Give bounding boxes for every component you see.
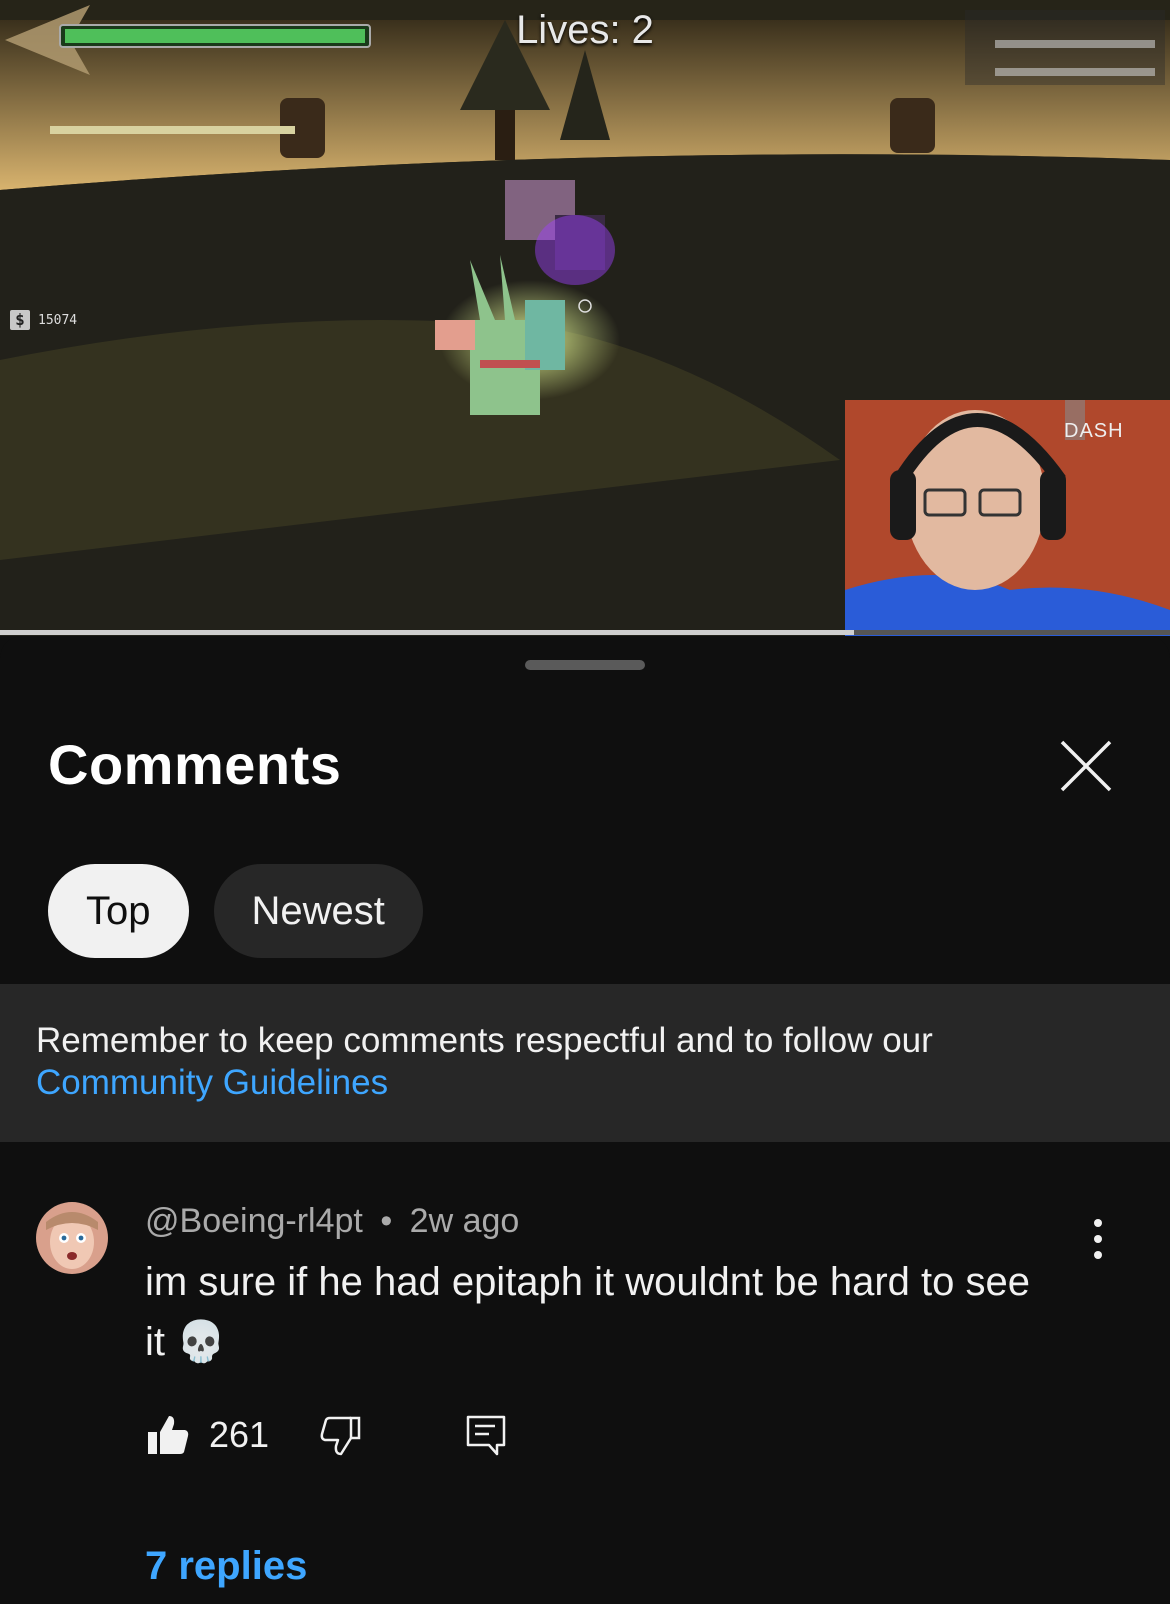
avatar[interactable]: [36, 1202, 108, 1274]
community-guidelines-link[interactable]: Community Guidelines: [36, 1062, 1134, 1104]
video-player[interactable]: Lives: 2 $ 15074 DASH: [0, 0, 1170, 636]
video-progress-fill: [0, 630, 855, 635]
more-vert-icon: [1094, 1219, 1102, 1259]
like-button[interactable]: [145, 1412, 191, 1458]
comment-actions: 261: [145, 1410, 509, 1460]
video-frame: [0, 0, 1170, 636]
comments-sheet: Comments Top Newest Remember to keep com…: [0, 636, 1170, 1604]
like-count: 261: [209, 1414, 270, 1455]
money-counter: $ 15074: [10, 310, 77, 330]
dislike-button[interactable]: [317, 1412, 363, 1458]
guidelines-notice: Remember to keep comments respectful and…: [0, 984, 1170, 1142]
comment-meta: @Boeing-rl4pt • 2w ago: [145, 1202, 519, 1241]
sort-chips: Top Newest: [48, 864, 423, 958]
money-icon: $: [10, 310, 30, 330]
comment-text: im sure if he had epitaph it wouldnt be …: [145, 1260, 1030, 1364]
money-value: 15074: [38, 312, 78, 328]
comment-time: 2w ago: [409, 1202, 520, 1240]
chip-newest[interactable]: Newest: [213, 864, 423, 958]
drag-handle[interactable]: [525, 660, 645, 670]
video-progress-bar[interactable]: [0, 630, 1170, 635]
comment-author[interactable]: @Boeing-rl4pt: [145, 1202, 363, 1240]
notice-text: Remember to keep comments respectful and…: [36, 1021, 933, 1060]
reply-button[interactable]: [463, 1412, 509, 1458]
close-button[interactable]: [1056, 736, 1116, 796]
chip-top[interactable]: Top: [48, 864, 189, 958]
comment-reply-icon: [466, 1415, 506, 1456]
dash-label: DASH: [1064, 420, 1124, 442]
thumbs-down-icon: [320, 1416, 361, 1456]
replies-link[interactable]: 7 replies: [145, 1544, 307, 1589]
meta-separator: •: [380, 1202, 393, 1240]
avatar-image: [36, 1202, 108, 1274]
thumbs-up-icon: [148, 1416, 189, 1454]
close-icon: [1060, 740, 1112, 792]
lives-counter: Lives: 2: [516, 8, 654, 52]
comment-more-button[interactable]: [1078, 1214, 1118, 1264]
sheet-title: Comments: [48, 733, 342, 796]
